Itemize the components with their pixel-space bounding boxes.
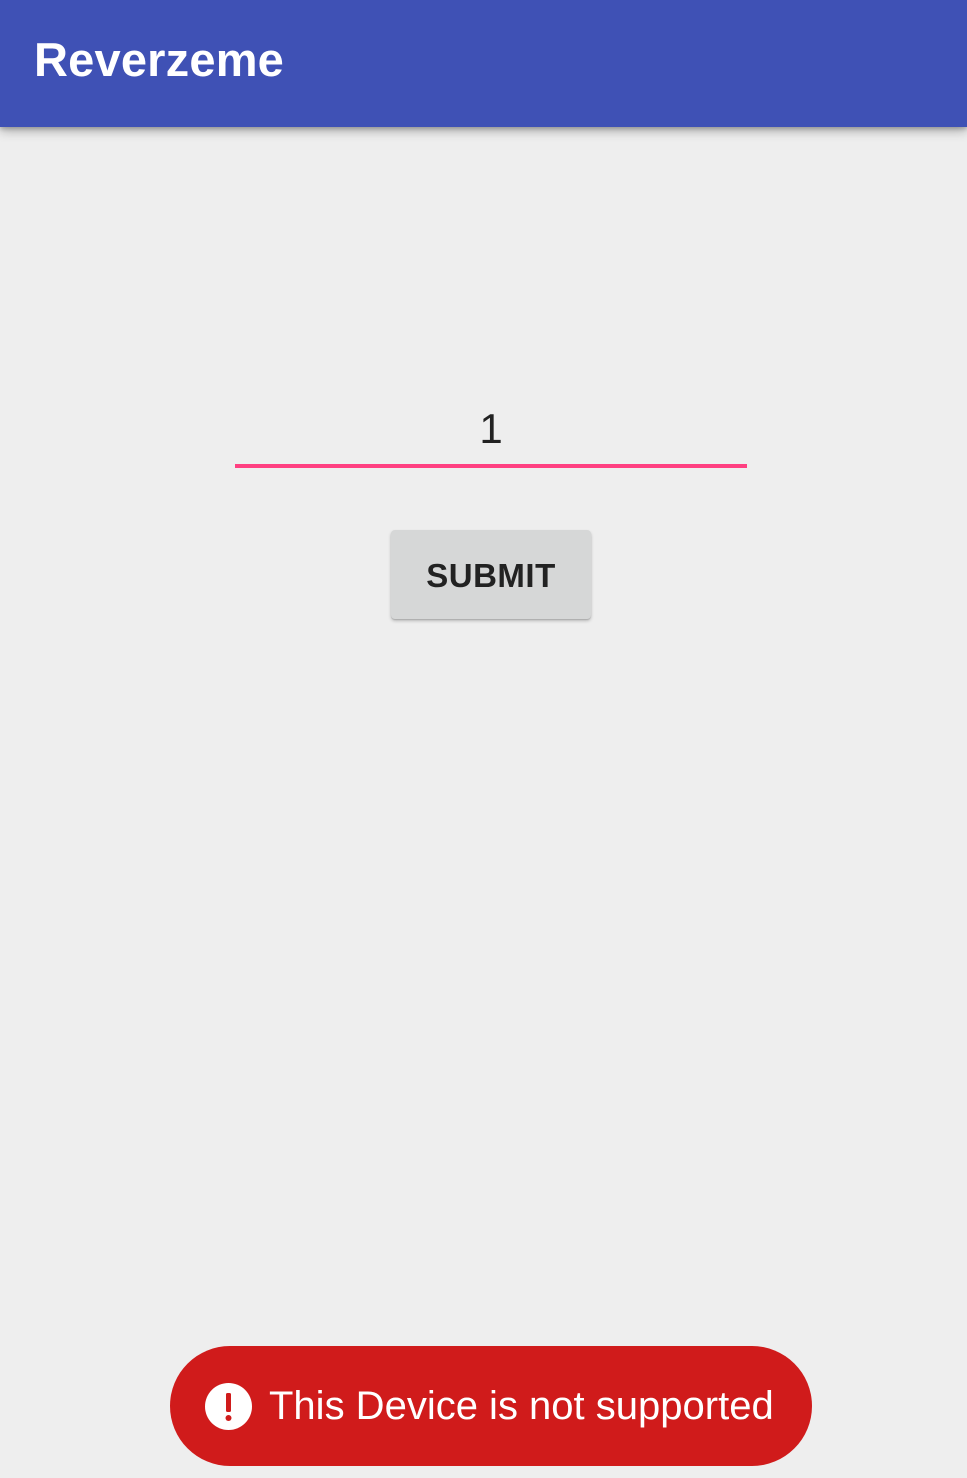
alert-circle-icon bbox=[205, 1383, 252, 1430]
app-title: Reverzeme bbox=[34, 33, 285, 86]
app-bar: Reverzeme bbox=[0, 0, 967, 127]
number-input[interactable] bbox=[235, 395, 747, 463]
toast-message: This Device is not supported bbox=[269, 1384, 774, 1428]
number-input-wrapper bbox=[235, 395, 747, 469]
submit-button[interactable]: SUBMIT bbox=[391, 530, 591, 619]
input-underline bbox=[235, 464, 747, 468]
error-toast: This Device is not supported bbox=[170, 1346, 812, 1466]
